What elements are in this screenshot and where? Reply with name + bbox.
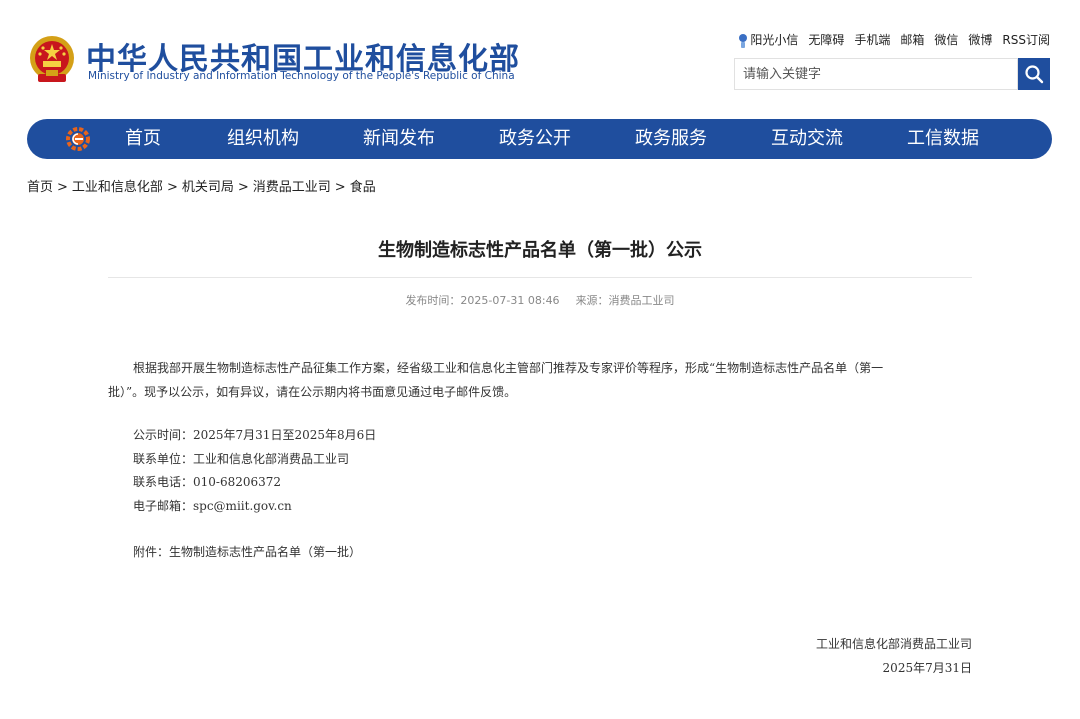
nav-home[interactable]: 首页 <box>125 119 161 159</box>
attachment-link[interactable]: 附件：生物制造标志性产品名单（第一批） <box>133 543 361 560</box>
breadcrumb-food[interactable]: 食品 <box>350 180 376 195</box>
publish-time: 发布时间：2025-07-31 08:46 <box>405 294 560 307</box>
nav-data[interactable]: 工信数据 <box>907 119 979 159</box>
contact-unit: 联系单位：工业和信息化部消费品工业司 <box>133 452 350 466</box>
breadcrumb-separator: > <box>57 180 68 195</box>
article-title: 生物制造标志性产品名单（第一批）公示 <box>378 240 702 261</box>
title-divider <box>108 277 972 278</box>
weibo-link[interactable]: 微博 <box>968 31 992 48</box>
nav-organization[interactable]: 组织机构 <box>227 119 299 159</box>
mobile-link[interactable]: 手机端 <box>854 31 890 48</box>
contact-phone: 联系电话：010-68206372 <box>133 475 282 489</box>
mailbox-link[interactable]: 邮箱 <box>900 31 924 48</box>
nav-gov-affairs[interactable]: 政务公开 <box>499 119 571 159</box>
top-links: 阳光小信 无障碍 手机端 邮箱 微信 微博 RSS订阅 <box>738 31 1050 49</box>
nav-news[interactable]: 新闻发布 <box>363 119 435 159</box>
breadcrumb-separator: > <box>334 180 346 195</box>
wechat-link[interactable]: 微信 <box>934 31 958 48</box>
breadcrumb-consumer-goods[interactable]: 消费品工业司 <box>253 180 331 195</box>
article-source: 来源：消费品工业司 <box>575 294 675 307</box>
site-title-english: Ministry of Industry and Information Tec… <box>88 70 515 82</box>
notice-period: 公示时间：2025年7月31日至2025年8月6日 <box>133 428 377 442</box>
breadcrumb-separator: > <box>237 180 249 195</box>
signature-org: 工业和信息化部消费品工业司 <box>815 637 972 651</box>
article-paragraph: 根据我部开展生物制造标志性产品征集工作方案，经省级工业和信息化主管部门推荐及专家… <box>108 361 884 399</box>
breadcrumb-separator: > <box>166 180 178 195</box>
nav-gov-services[interactable]: 政务服务 <box>635 119 707 159</box>
breadcrumb: 首页 > 工业和信息化部 > 机关司局 > 消费品工业司 > 食品 <box>27 176 376 195</box>
article-meta: 发布时间：2025-07-31 08:46 来源：消费品工业司 <box>0 292 1080 308</box>
contact-email: 电子邮箱：spc@miit.gov.cn <box>133 499 292 513</box>
breadcrumb-home[interactable]: 首页 <box>27 180 53 195</box>
search-input[interactable] <box>735 59 1021 89</box>
miit-logo-icon[interactable] <box>65 126 91 152</box>
search-icon <box>1025 65 1044 84</box>
breadcrumb-departments[interactable]: 机关司局 <box>182 180 234 195</box>
rss-link[interactable]: RSS订阅 <box>1002 31 1050 48</box>
search-button[interactable] <box>1018 58 1050 90</box>
xiaoxin-mascot-icon <box>739 33 748 48</box>
national-emblem-icon <box>28 34 76 86</box>
signature-date: 2025年7月31日 <box>882 661 972 675</box>
main-nav: 首页 组织机构 新闻发布 政务公开 政务服务 互动交流 工信数据 <box>27 119 1052 159</box>
search-box <box>734 58 1021 90</box>
nav-interaction[interactable]: 互动交流 <box>771 119 843 159</box>
breadcrumb-ministry[interactable]: 工业和信息化部 <box>72 180 163 195</box>
accessibility-link[interactable]: 无障碍 <box>808 31 844 48</box>
sunshine-link[interactable]: 阳光小信 <box>738 31 798 49</box>
